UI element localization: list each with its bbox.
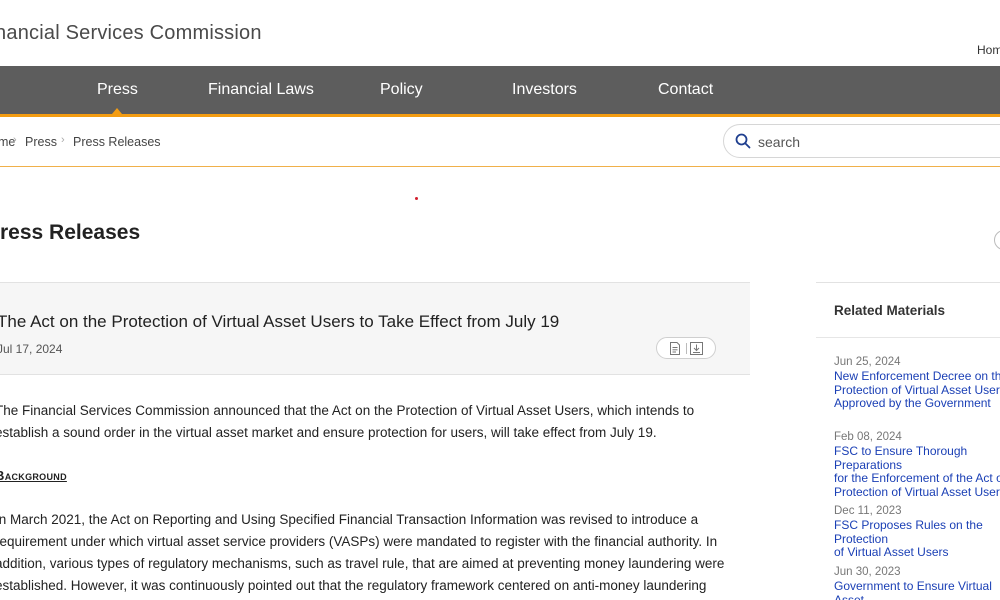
page-title: Press Releases (0, 221, 141, 244)
related-item[interactable]: Dec 11, 2023 FSC Proposes Rules on the P… (834, 504, 1000, 560)
breadcrumb-separator: › (13, 134, 17, 146)
related-item-date: Jun 30, 2023 (834, 566, 901, 578)
related-item[interactable]: Jun 30, 2023 Government to Ensure Virtua… (834, 565, 1000, 600)
share-button[interactable] (994, 230, 1000, 250)
section-heading: Background (0, 468, 67, 483)
article-paragraph: The Financial Services Commission announ… (0, 403, 695, 440)
nav-item-contact[interactable]: Contact (658, 66, 713, 114)
nav-item-financial-laws[interactable]: Financial Laws (208, 66, 314, 114)
home-link[interactable]: Home (977, 43, 1000, 57)
related-item[interactable]: Jun 25, 2024 New Enforcement Decree on t… (834, 355, 1000, 411)
pill-divider (686, 343, 687, 354)
related-item-date: Feb 08, 2024 (834, 431, 902, 443)
download-icon[interactable] (690, 342, 703, 355)
related-item-link[interactable]: FSC Proposes Rules on the Protection of … (834, 518, 1000, 560)
related-item-link[interactable]: New Enforcement Decree on the Protection… (834, 369, 1000, 411)
related-item-link[interactable]: Government to Ensure Virtual Asset User … (834, 579, 1000, 600)
search-icon[interactable] (735, 133, 751, 149)
file-preview-icon[interactable] (669, 342, 681, 355)
related-item[interactable]: Feb 08, 2024 FSC to Ensure Thorough Prep… (834, 430, 1000, 499)
nav-item-policy[interactable]: Policy (380, 66, 423, 114)
related-item-date: Dec 11, 2023 (834, 505, 902, 517)
article-date: Jul 17, 2024 (0, 342, 63, 356)
related-item-link[interactable]: FSC to Ensure Thorough Preparations for … (834, 444, 1000, 499)
marker-dot (415, 197, 418, 200)
site-logo[interactable]: Financial Services Commission (0, 22, 262, 45)
article-paragraph: In March 2021, the Act on Reporting and … (0, 512, 725, 593)
related-materials-panel: Related Materials Jun 25, 2024 New Enfor… (816, 282, 1000, 600)
attachment-pill (656, 337, 716, 359)
nav-item-press[interactable]: Press (97, 66, 138, 114)
main-nav: Press Financial Laws Policy Investors Co… (0, 66, 1000, 117)
related-item-date: Jun 25, 2024 (834, 356, 901, 368)
breadcrumb-separator: › (61, 134, 65, 146)
search-box (723, 124, 1000, 158)
related-materials-title: Related Materials (834, 303, 946, 318)
location-bar: Home › Press › Press Releases (0, 117, 1000, 167)
article-header: The Act on the Protection of Virtual Ass… (0, 282, 750, 375)
divider (816, 337, 1000, 338)
article-title: The Act on the Protection of Virtual Ass… (0, 312, 560, 331)
nav-item-investors[interactable]: Investors (512, 66, 577, 114)
breadcrumb-current: Press Releases (73, 135, 161, 149)
breadcrumb-press[interactable]: Press (25, 135, 57, 149)
search-input[interactable] (758, 131, 998, 153)
